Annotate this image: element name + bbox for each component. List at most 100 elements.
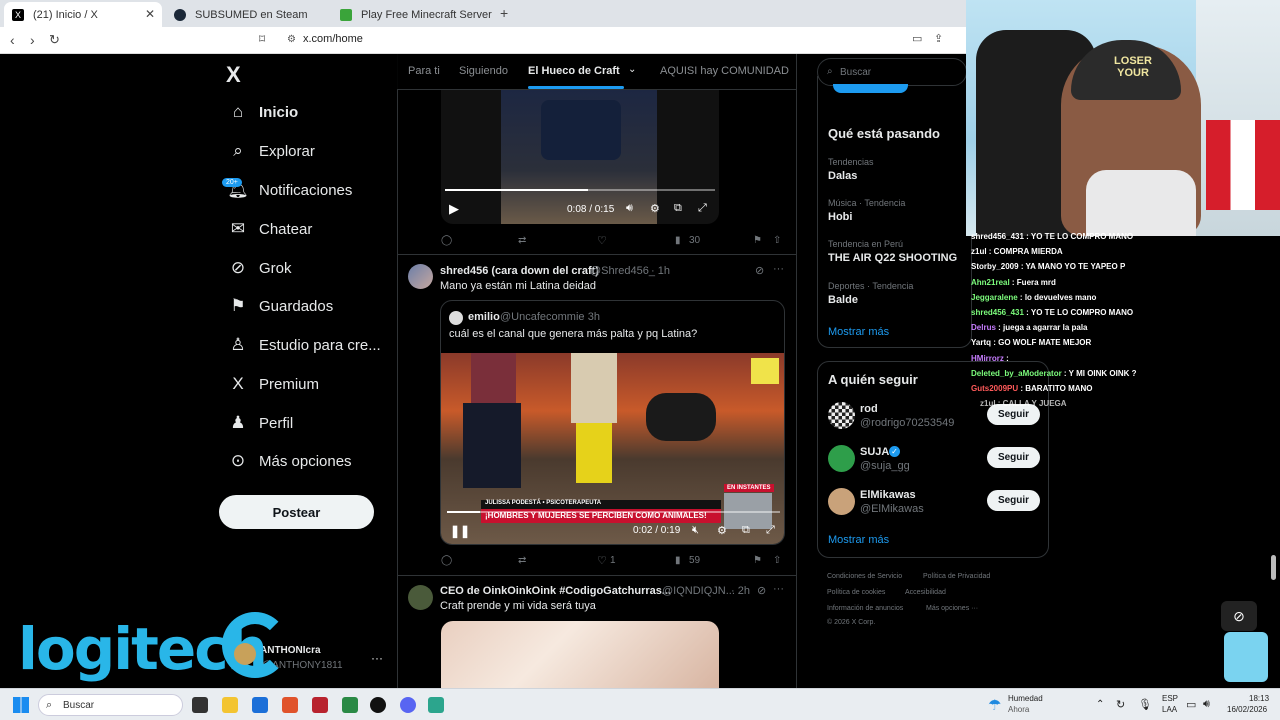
footer-link[interactable]: Política de cookies — [827, 589, 885, 596]
nav-grok[interactable]: ⊘ Grok — [225, 253, 292, 283]
browser-tab[interactable]: X (21) Inicio / X ✕ — [4, 2, 162, 27]
reply-icon[interactable]: ◯ — [441, 235, 452, 246]
account-avatar[interactable] — [234, 643, 256, 665]
trend-name[interactable]: THE AIR Q22 SHOOTING — [828, 252, 957, 264]
page-scrollbar-thumb[interactable] — [1271, 555, 1276, 580]
avatar[interactable] — [828, 402, 855, 429]
nav-mas-opciones[interactable]: ⊙ Más opciones — [225, 446, 352, 476]
tab-para-ti[interactable]: Para ti — [408, 65, 440, 77]
discord-icon[interactable] — [400, 697, 416, 713]
nav-premium[interactable]: X Premium — [225, 369, 319, 399]
forward-icon[interactable]: › — [30, 32, 35, 48]
taskbar-search[interactable]: ⌕ Buscar — [38, 694, 183, 716]
follow-name[interactable]: rod — [860, 403, 878, 415]
trend-name[interactable]: Hobi — [828, 211, 852, 223]
post-more-icon[interactable]: ··· — [773, 583, 784, 595]
tab-el-hueco-de-craft[interactable]: El Hueco de Craft — [528, 65, 620, 77]
follow-name[interactable]: SUJA — [860, 446, 889, 458]
language-label[interactable]: ESP — [1162, 694, 1178, 703]
tray-chevron-icon[interactable]: ⌃ — [1096, 699, 1104, 710]
avatar[interactable] — [408, 585, 433, 610]
nav-notificaciones[interactable]: 🔔︎ Notificaciones — [225, 175, 352, 205]
clock-date[interactable]: 16/02/2026 — [1227, 705, 1267, 714]
views-icon[interactable]: ▮ — [675, 235, 681, 246]
nav-estudio[interactable]: ♙ Estudio para cre... — [225, 330, 380, 360]
like-icon[interactable]: ♡ — [597, 554, 607, 567]
tab-aquisi-comunidad[interactable]: AQUISI hay COMUNIDAD — [660, 65, 789, 77]
share-post-icon[interactable]: ⇧ — [773, 555, 781, 566]
nav-perfil[interactable]: ♟ Perfil — [225, 408, 293, 438]
video-player[interactable]: ▶ 0:08 / 0:15 🔊︎ ⚙ ⧉ ⤢ — [441, 90, 719, 224]
footer-link[interactable]: Condiciones de Servicio — [827, 573, 902, 580]
post-media-image[interactable] — [441, 621, 719, 688]
post-author-name[interactable]: shred456 (cara down del craft) — [440, 265, 599, 277]
share-icon[interactable]: ⇪ — [934, 32, 943, 45]
settings-icon[interactable]: ⚙ — [717, 524, 727, 537]
site-info-icon[interactable]: ⚙ — [287, 34, 296, 45]
trend-name[interactable]: Balde — [828, 294, 858, 306]
task-view-icon[interactable] — [192, 697, 208, 713]
weather-label[interactable]: Humedad — [1008, 694, 1043, 703]
chevron-down-icon[interactable]: ⌄ — [628, 64, 636, 75]
video-progress-track[interactable] — [445, 189, 715, 191]
pip-icon[interactable]: ⧉ — [742, 524, 750, 537]
reply-icon[interactable]: ◯ — [441, 555, 452, 566]
follow-name[interactable]: ElMikawas — [860, 489, 916, 501]
footer-link[interactable]: Información de anuncios — [827, 605, 903, 612]
close-tab-icon[interactable]: ✕ — [145, 7, 155, 21]
quoted-post[interactable]: emilio @Uncafecommie · 3h cuál es el can… — [440, 300, 785, 545]
app-icon[interactable] — [428, 697, 444, 713]
cast-icon[interactable]: ▭ — [912, 32, 922, 45]
pip-icon[interactable]: ⧉ — [674, 202, 682, 215]
post-time[interactable]: · 2h — [731, 585, 750, 597]
video-player[interactable]: EN INSTANTES JULISSA PODESTÁ • PSICOTERA… — [441, 353, 784, 544]
post-author-name[interactable]: CEO de OinkOinkOink #CodigoGatchurras... — [440, 585, 671, 597]
x-logo[interactable]: X — [226, 62, 241, 88]
show-more-link[interactable]: Mostrar más — [828, 326, 889, 338]
post-author-handle[interactable]: @IQNDIQJN... — [662, 585, 735, 597]
follow-button[interactable]: Seguir — [987, 490, 1040, 511]
follow-button[interactable]: Seguir — [987, 447, 1040, 468]
browser-tab[interactable]: SUBSUMED en Steam — [166, 2, 324, 27]
settings-icon[interactable]: ⚙ — [650, 202, 660, 215]
repost-icon[interactable]: ⇄ — [518, 235, 526, 246]
subscribe-button[interactable] — [833, 84, 908, 93]
avatar[interactable] — [828, 488, 855, 515]
trend-name[interactable]: Dalas — [828, 170, 857, 182]
nav-explorar[interactable]: ⌕ Explorar — [225, 136, 315, 166]
microphone-icon[interactable]: 🎙︎ — [1138, 698, 1152, 711]
obs-icon[interactable] — [370, 697, 386, 713]
post-time[interactable]: · 1h — [651, 265, 670, 277]
tab-siguiendo[interactable]: Siguiendo — [459, 65, 508, 77]
grok-float-icon[interactable]: ⊘ — [1221, 601, 1257, 631]
mute-icon[interactable]: 🔇︎ — [692, 524, 699, 537]
app-icon[interactable] — [342, 697, 358, 713]
back-icon[interactable]: ‹ — [10, 32, 15, 48]
reload-icon[interactable]: ↻ — [49, 32, 60, 48]
like-icon[interactable]: ♡ — [597, 234, 607, 247]
avatar[interactable] — [828, 445, 855, 472]
bookmark-post-icon[interactable]: ⚑ — [753, 555, 762, 566]
grok-post-icon[interactable]: ⊘ — [755, 264, 764, 277]
nav-inicio[interactable]: ⌂ Inicio — [225, 97, 298, 127]
footer-link[interactable]: Accesibilidad — [905, 589, 946, 596]
volume-icon[interactable]: 🔊︎ — [626, 202, 633, 215]
app-icon[interactable] — [312, 697, 328, 713]
share-post-icon[interactable]: ⇧ — [773, 235, 781, 246]
network-icon[interactable]: ▭ — [1186, 698, 1196, 711]
post-button[interactable]: Postear — [219, 495, 374, 529]
clock-time[interactable]: 18:13 — [1249, 694, 1269, 703]
bookmark-page-icon[interactable]: ⌑ — [259, 32, 265, 46]
fullscreen-icon[interactable]: ⤢ — [766, 524, 775, 537]
tray-app-icon[interactable]: ↻ — [1116, 698, 1125, 711]
new-tab-button[interactable]: + — [500, 5, 508, 21]
brave-icon[interactable] — [282, 697, 298, 713]
account-more-icon[interactable]: ··· — [371, 651, 383, 665]
browser-tab[interactable]: Play Free Minecraft Server Hosting T — [332, 2, 492, 27]
footer-link[interactable]: Política de Privacidad — [923, 573, 990, 580]
windows-start-icon[interactable] — [13, 697, 29, 713]
nav-chatear[interactable]: ✉ Chatear — [225, 214, 313, 244]
file-explorer-icon[interactable] — [222, 697, 238, 713]
show-more-link[interactable]: Mostrar más — [828, 534, 889, 546]
post-author-handle[interactable]: @Shred456_ — [590, 265, 655, 277]
